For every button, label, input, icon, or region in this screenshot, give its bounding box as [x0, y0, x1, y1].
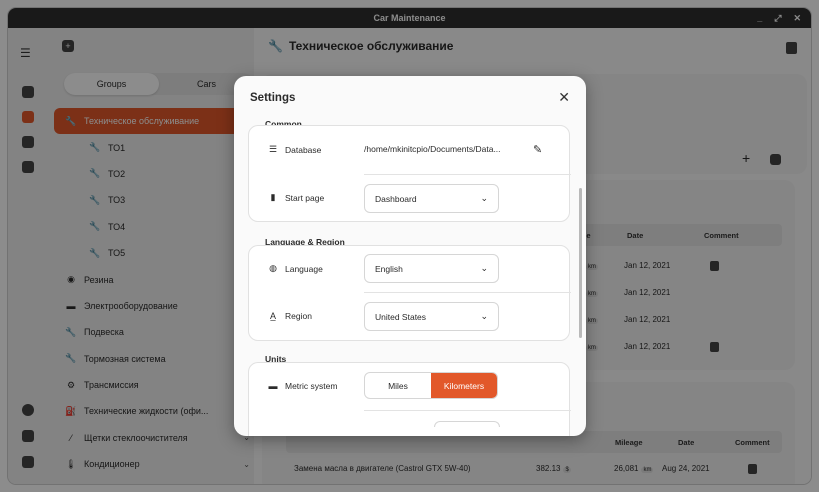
door-icon: ▮: [270, 192, 276, 202]
start-page-dropdown[interactable]: Dashboard ⌄: [364, 184, 499, 213]
region-label: Region: [285, 311, 312, 321]
chevron-down-icon: ⌄: [480, 193, 488, 203]
metric-row-label: ▬ Metric system: [267, 381, 338, 391]
metric-system-toggle: Miles Kilometers: [364, 372, 498, 399]
start-page-value: Dashboard: [375, 193, 417, 204]
start-page-row-label: ▮ Start page: [267, 192, 325, 203]
globe-icon: ◍: [269, 263, 277, 273]
divider: [364, 410, 571, 411]
chevron-down-icon: ⌄: [480, 263, 488, 273]
next-setting-control[interactable]: [434, 421, 500, 427]
divider: [364, 174, 571, 175]
dialog-title: Settings: [250, 92, 296, 104]
language-label: Language: [285, 263, 323, 274]
close-icon[interactable]: ✕: [558, 89, 570, 106]
region-dropdown[interactable]: United States ⌄: [364, 302, 499, 331]
language-row-label: ◍ Language: [267, 263, 323, 274]
scrollbar[interactable]: [579, 188, 582, 338]
region-value: United States: [375, 311, 427, 322]
units-group: ▬ Metric system Miles Kilometers: [248, 362, 571, 436]
database-label: Database: [285, 144, 322, 155]
language-dropdown[interactable]: English ⌄: [364, 254, 499, 283]
region-row-label: A̲ Region: [267, 311, 312, 321]
edit-path-icon[interactable]: ✎: [533, 143, 542, 156]
region-icon: A̲: [269, 311, 276, 321]
language-value: English: [375, 263, 403, 274]
start-page-label: Start page: [285, 192, 325, 203]
metric-label: Metric system: [285, 381, 338, 391]
database-row-label: ☰ Database: [267, 144, 321, 155]
settings-scroll-area[interactable]: Common ☰ Database /home/mkinitcpio/Docum…: [234, 116, 586, 436]
settings-dialog: Settings ✕ Common ☰ Database /home/mkini…: [234, 76, 586, 436]
language-group: ◍ Language English ⌄ A̲ Region United St…: [248, 245, 571, 341]
ruler-icon: ▬: [268, 381, 278, 391]
database-path: /home/mkinitcpio/Documents/Data...: [364, 144, 501, 154]
kilometers-option[interactable]: Kilometers: [431, 373, 497, 398]
database-icon: ☰: [268, 144, 278, 154]
chevron-down-icon: ⌄: [480, 311, 488, 321]
divider: [364, 292, 571, 293]
miles-option[interactable]: Miles: [365, 373, 431, 398]
common-group: ☰ Database /home/mkinitcpio/Documents/Da…: [248, 125, 571, 222]
